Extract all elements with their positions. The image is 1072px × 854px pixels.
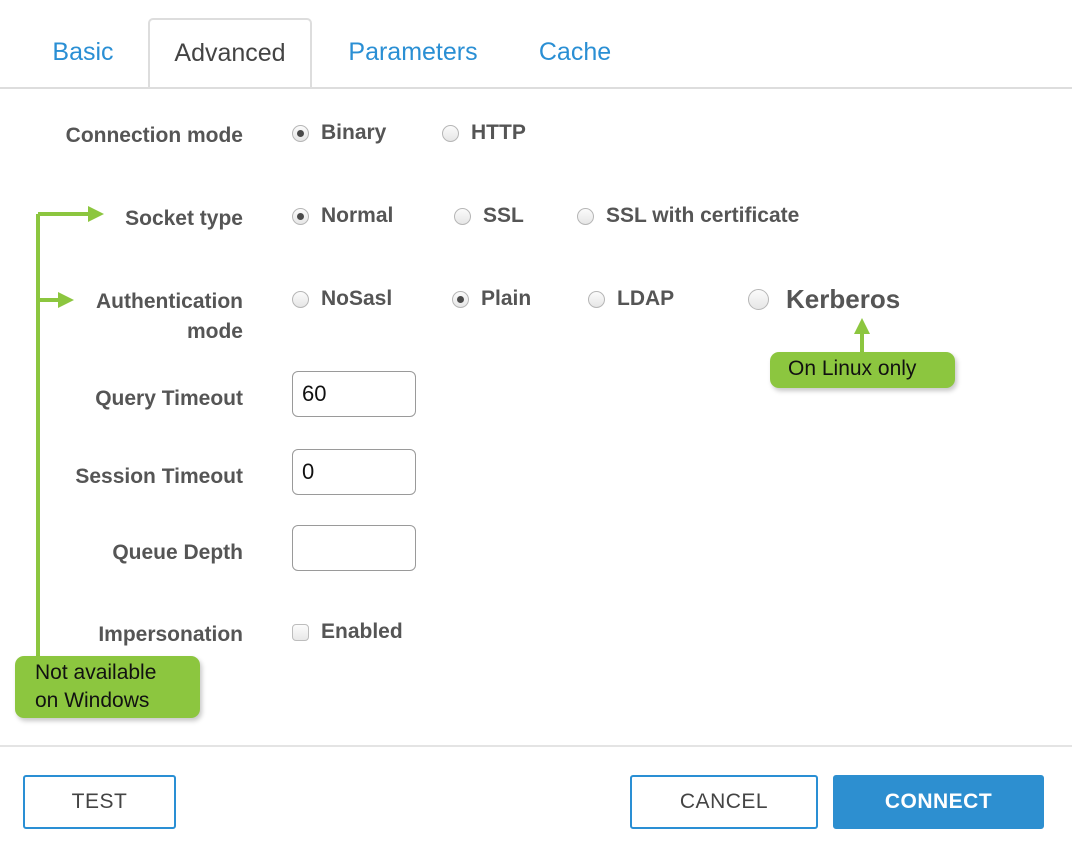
radio-icon-ldap [588,290,605,308]
advanced-settings-form: Connection mode Binary HTTP Socket type … [0,89,1072,745]
radio-label-normal: Normal [321,204,394,227]
radio-label-ldap: LDAP [617,287,675,310]
radio-label-http: HTTP [471,121,526,144]
radio-label-binary: Binary [321,121,387,144]
annotation-tooltip-linux-text: On Linux only [788,357,917,380]
radio-option-ldap[interactable]: LDAP [588,287,674,311]
cancel-button[interactable]: CANCEL [630,775,818,829]
checkbox-option-enabled[interactable]: Enabled [292,620,403,644]
label-authentication-mode-line1: Authentication [96,290,243,313]
label-authentication-mode-line2: mode [186,320,243,343]
radio-label-kerberos: Kerberos [786,284,901,314]
tab-bar: Basic Advanced Parameters Cache [0,0,1072,89]
tab-parameters[interactable]: Parameters [318,18,508,87]
annotation-tooltip-windows-line2: on Windows [35,689,150,712]
label-query-timeout: Query Timeout [95,387,243,410]
radio-option-normal[interactable]: Normal [292,204,393,228]
annotation-tooltip-windows: Not available on Windows [15,656,200,718]
annotation-tooltip-windows-line1: Not available [35,661,157,684]
test-button[interactable]: TEST [23,775,176,829]
radio-label-nosasl: NoSasl [321,287,393,310]
radio-option-ssl-with-certificate[interactable]: SSL with certificate [577,204,799,228]
radio-icon-normal [292,207,309,225]
radio-icon-nosasl [292,290,309,308]
connect-button[interactable]: CONNECT [833,775,1044,829]
radio-label-ssl: SSL [483,204,524,227]
tab-cache[interactable]: Cache [515,18,635,87]
tab-basic[interactable]: Basic [20,18,146,87]
dialog-footer: TEST CANCEL CONNECT [0,745,1072,854]
checkbox-icon-enabled [292,623,309,641]
radio-label-ssl-with-certificate: SSL with certificate [606,204,800,227]
radio-option-plain[interactable]: Plain [452,287,531,311]
tab-advanced[interactable]: Advanced [148,18,312,87]
radio-icon-ssl-with-certificate [577,207,594,225]
radio-icon-binary [292,124,309,142]
radio-option-kerberos[interactable]: Kerberos [748,284,900,315]
radio-icon-http [442,124,459,142]
radio-icon-plain [452,290,469,308]
session-timeout-input[interactable] [292,449,416,495]
radio-icon-kerberos [748,289,769,310]
label-queue-depth: Queue Depth [112,541,243,564]
query-timeout-input[interactable] [292,371,416,417]
queue-depth-input[interactable] [292,525,416,571]
radio-option-ssl[interactable]: SSL [454,204,524,228]
label-session-timeout: Session Timeout [75,465,243,488]
radio-label-plain: Plain [481,287,532,310]
radio-option-http[interactable]: HTTP [442,121,526,145]
label-connection-mode: Connection mode [65,124,243,147]
checkbox-label-enabled: Enabled [321,620,403,643]
label-socket-type: Socket type [125,207,243,230]
radio-icon-ssl [454,207,471,225]
label-impersonation: Impersonation [98,623,243,646]
annotation-tooltip-linux: On Linux only [770,352,955,388]
radio-option-nosasl[interactable]: NoSasl [292,287,392,311]
radio-option-binary[interactable]: Binary [292,121,386,145]
